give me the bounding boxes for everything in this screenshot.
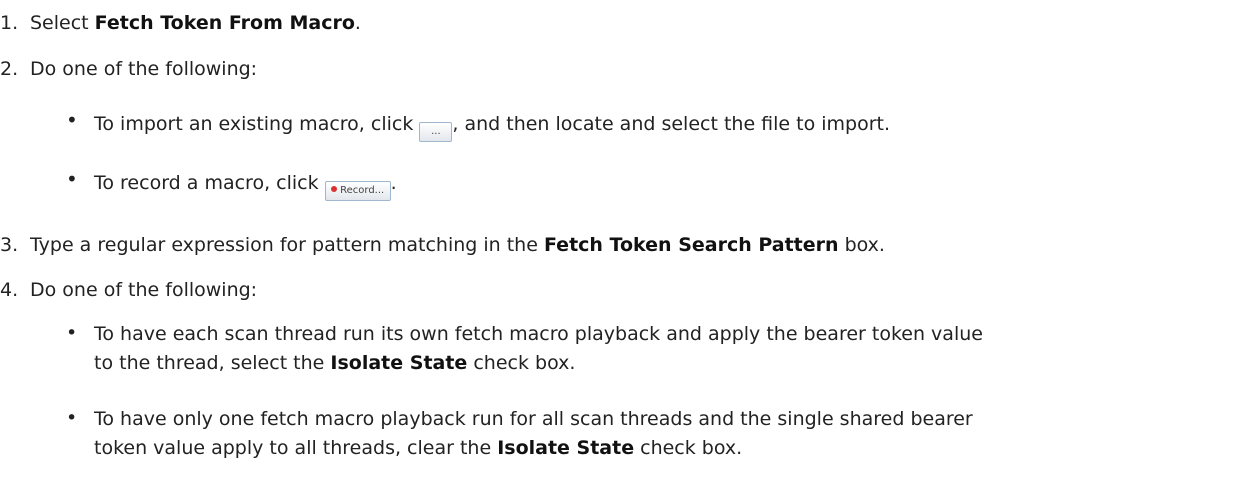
step-text: Do one of the following: <box>30 58 258 80</box>
option-text: to the thread, select the <box>94 352 331 374</box>
step-text-end: . <box>354 12 361 34</box>
step-number: 1. <box>0 12 19 34</box>
browse-button[interactable]: ... <box>419 122 453 142</box>
record-dot-icon <box>331 186 338 192</box>
bullet-icon: • <box>66 167 78 191</box>
option-text: To import an existing macro, click <box>94 113 420 135</box>
step-number: 2. <box>0 58 19 80</box>
option-text-end: check box. <box>634 437 743 459</box>
ui-term: Fetch Token From Macro <box>94 12 355 34</box>
bullet-icon: • <box>66 407 78 429</box>
step-text: Do one of the following: <box>30 279 258 301</box>
option-text-end: , and then locate and select the file to… <box>452 113 891 135</box>
ui-term: Isolate State <box>330 352 468 374</box>
option-text-end: . <box>390 172 397 194</box>
step-text: Select <box>30 12 95 34</box>
bullet-icon: • <box>66 322 78 344</box>
step-text-end: box. <box>838 234 885 256</box>
step-number: 4. <box>0 279 19 301</box>
option-text: token value apply to all threads, clear … <box>94 437 498 459</box>
ui-term: Fetch Token Search Pattern <box>543 234 839 256</box>
bullet-icon: • <box>66 108 78 132</box>
record-button-label: Record... <box>340 185 385 196</box>
step-text: Type a regular expression for pattern ma… <box>30 234 544 256</box>
option-text-end: check box. <box>467 352 576 374</box>
ui-term: Isolate State <box>497 437 635 459</box>
option-text: To have only one fetch macro playback ru… <box>94 408 973 430</box>
record-button[interactable]: Record... <box>324 181 391 201</box>
step-number: 3. <box>0 234 19 256</box>
option-text: To record a macro, click <box>94 172 325 194</box>
instructions-document: 1. Select Fetch Token From Macro. 2. Do … <box>0 0 1233 481</box>
option-text: To have each scan thread run its own fet… <box>94 323 983 345</box>
